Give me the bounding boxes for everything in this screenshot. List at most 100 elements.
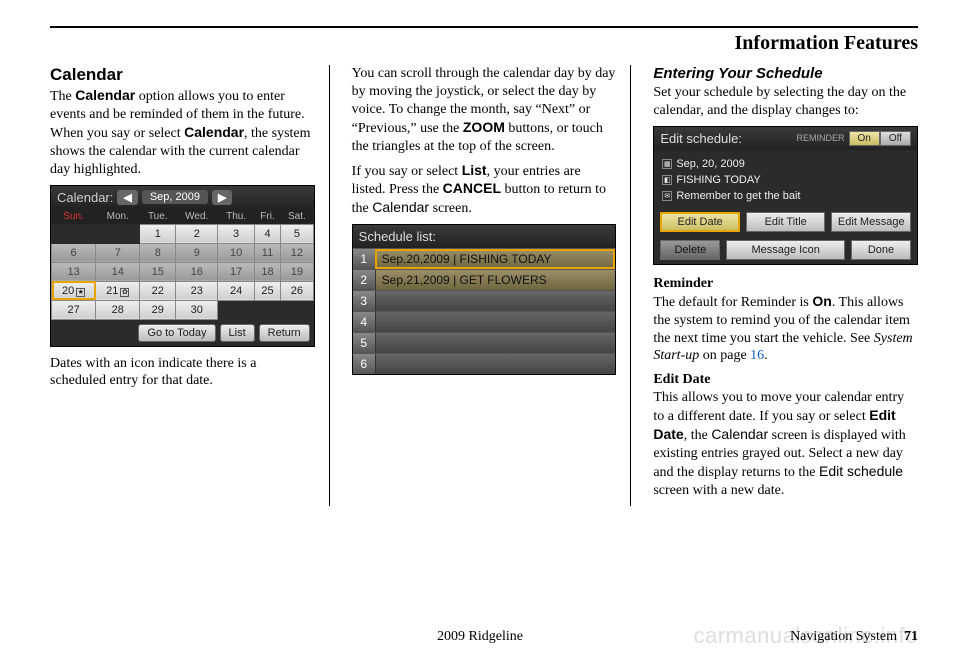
row-text bbox=[375, 312, 616, 332]
date-cell[interactable]: 13 bbox=[52, 262, 96, 281]
text: This allows you to move your calendar en… bbox=[653, 390, 904, 424]
date-cell[interactable]: 16 bbox=[176, 262, 218, 281]
date-cell[interactable]: 19 bbox=[281, 262, 314, 281]
date-cell bbox=[254, 300, 280, 319]
date-cell[interactable]: 21✿ bbox=[96, 281, 140, 300]
next-month-button[interactable]: ▶ bbox=[212, 190, 232, 205]
edit-schedule-title: Edit schedule: bbox=[660, 131, 742, 146]
date-cell[interactable]: 8 bbox=[140, 243, 176, 262]
date-cell bbox=[218, 300, 254, 319]
list-button[interactable]: List bbox=[220, 324, 255, 342]
text: . bbox=[764, 348, 768, 363]
date-cell[interactable]: 7 bbox=[96, 243, 140, 262]
go-to-today-button[interactable]: Go to Today bbox=[138, 324, 215, 342]
text: The default for Reminder is bbox=[653, 295, 812, 310]
date-cell[interactable]: 11 bbox=[254, 243, 280, 262]
row-num: 6 bbox=[353, 354, 375, 374]
text-sans: Edit schedule bbox=[819, 463, 903, 479]
edit-date-heading: Edit Date bbox=[653, 372, 710, 387]
reminder-off-button[interactable]: Off bbox=[880, 131, 911, 146]
schedule-row[interactable]: 4 bbox=[353, 311, 616, 332]
date-cell bbox=[52, 224, 96, 243]
row-num: 3 bbox=[353, 291, 375, 311]
page-link[interactable]: 16 bbox=[750, 348, 764, 363]
calendar-heading: Calendar bbox=[50, 65, 315, 85]
date-cell[interactable]: 17 bbox=[218, 262, 254, 281]
done-button[interactable]: Done bbox=[851, 240, 911, 260]
date-cell[interactable]: 30 bbox=[176, 300, 218, 319]
text-bold: CANCEL bbox=[443, 180, 501, 196]
text: , the bbox=[684, 428, 712, 443]
edit-message-line: Remember to get the bait bbox=[676, 190, 800, 202]
date-cell[interactable]: 28 bbox=[96, 300, 140, 319]
date-cell[interactable]: 23 bbox=[176, 281, 218, 300]
entering-schedule-heading: Entering Your Schedule bbox=[653, 65, 918, 82]
schedule-row[interactable]: 6 bbox=[353, 353, 616, 374]
date-cell[interactable]: 15 bbox=[140, 262, 176, 281]
day-header: Fri. bbox=[254, 209, 280, 225]
page-number: 71 bbox=[904, 629, 918, 644]
calendar-icon-note: Dates with an icon indicate there is a s… bbox=[50, 355, 315, 391]
schedule-row[interactable]: 1 Sep,20,2009 | FISHING TODAY bbox=[353, 248, 616, 269]
reminder-on-button[interactable]: On bbox=[849, 131, 880, 146]
text-bold: On bbox=[812, 293, 831, 309]
text: The bbox=[50, 89, 75, 104]
date-cell[interactable]: 25 bbox=[254, 281, 280, 300]
day-header: Thu. bbox=[218, 209, 254, 225]
row-text: Sep,20,2009 | FISHING TODAY bbox=[375, 249, 616, 269]
row-text bbox=[375, 291, 616, 311]
entering-schedule-intro: Set your schedule by selecting the day o… bbox=[653, 84, 918, 120]
text: screen with a new date. bbox=[653, 483, 784, 498]
list-paragraph: If you say or select List, your entries … bbox=[352, 162, 617, 219]
schedule-row[interactable]: 5 bbox=[353, 332, 616, 353]
date-cell[interactable]: 4 bbox=[254, 224, 280, 243]
edit-message-button[interactable]: Edit Message bbox=[831, 212, 911, 232]
date-cell[interactable]: 18 bbox=[254, 262, 280, 281]
title-icon: ◧ bbox=[662, 175, 672, 185]
reminder-label: REMINDER bbox=[797, 133, 845, 143]
message-icon-button[interactable]: Message Icon bbox=[726, 240, 845, 260]
row-text bbox=[375, 354, 616, 374]
day-header: Sun. bbox=[52, 209, 96, 225]
row-num: 1 bbox=[353, 249, 375, 269]
date-cell bbox=[281, 300, 314, 319]
date-cell-selected[interactable]: 20★ bbox=[52, 281, 96, 300]
message-icon: ✉ bbox=[662, 191, 672, 201]
date-cell[interactable]: 26 bbox=[281, 281, 314, 300]
schedule-row[interactable]: 2 Sep,21,2009 | GET FLOWERS bbox=[353, 269, 616, 290]
page-header: Information Features bbox=[50, 32, 918, 55]
edit-date-line: Sep, 20, 2009 bbox=[676, 158, 745, 170]
day-header: Wed. bbox=[176, 209, 218, 225]
day-header: Mon. bbox=[96, 209, 140, 225]
row-num: 2 bbox=[353, 270, 375, 290]
date-cell[interactable]: 14 bbox=[96, 262, 140, 281]
date-cell[interactable]: 12 bbox=[281, 243, 314, 262]
schedule-row[interactable]: 3 bbox=[353, 290, 616, 311]
date-cell[interactable]: 1 bbox=[140, 224, 176, 243]
date-cell[interactable]: 6 bbox=[52, 243, 96, 262]
day-header: Sat. bbox=[281, 209, 314, 225]
text: If you say or select bbox=[352, 164, 462, 179]
date-cell[interactable]: 10 bbox=[218, 243, 254, 262]
date-num: 20 bbox=[62, 285, 74, 297]
edit-date-button[interactable]: Edit Date bbox=[660, 212, 740, 232]
prev-month-button[interactable]: ◀ bbox=[117, 190, 137, 205]
date-cell[interactable]: 3 bbox=[218, 224, 254, 243]
return-button[interactable]: Return bbox=[259, 324, 310, 342]
date-cell[interactable]: 29 bbox=[140, 300, 176, 319]
delete-button[interactable]: Delete bbox=[660, 240, 720, 260]
calendar-screenshot: Calendar: ◀ Sep, 2009 ▶ Sun. Mon. Tue. W… bbox=[50, 185, 315, 347]
date-cell[interactable]: 5 bbox=[281, 224, 314, 243]
text: screen. bbox=[429, 201, 472, 216]
edit-title-button[interactable]: Edit Title bbox=[746, 212, 826, 232]
month-display: Sep, 2009 bbox=[142, 190, 208, 204]
day-header: Tue. bbox=[140, 209, 176, 225]
calendar-icon: ▦ bbox=[662, 159, 672, 169]
date-cell bbox=[96, 224, 140, 243]
date-cell[interactable]: 9 bbox=[176, 243, 218, 262]
date-cell[interactable]: 27 bbox=[52, 300, 96, 319]
section-name: Navigation System bbox=[790, 629, 897, 644]
date-cell[interactable]: 24 bbox=[218, 281, 254, 300]
date-cell[interactable]: 2 bbox=[176, 224, 218, 243]
date-cell[interactable]: 22 bbox=[140, 281, 176, 300]
